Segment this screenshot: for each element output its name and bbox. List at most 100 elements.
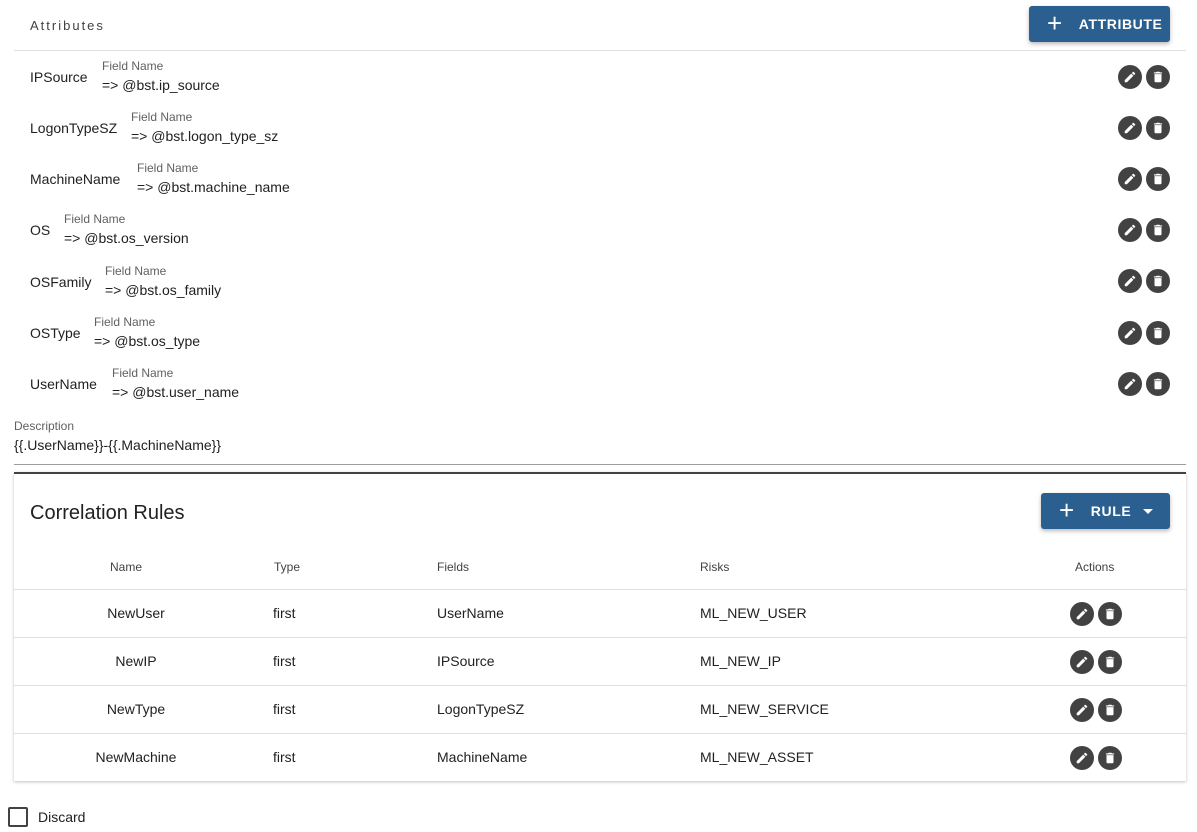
field-name-label: Field Name: [102, 59, 164, 73]
attribute-field: Field Name => @bst.logon_type_sz: [131, 110, 278, 144]
edit-attribute-button[interactable]: [1118, 269, 1142, 293]
pencil-icon: [1076, 704, 1088, 716]
rule-name: NewType: [106, 701, 166, 717]
trash-icon: [1153, 224, 1163, 236]
table-row: NewIP first IPSource ML_NEW_IP: [14, 638, 1186, 686]
delete-rule-button[interactable]: [1098, 746, 1122, 770]
pencil-icon: [1124, 173, 1136, 185]
chevron-down-icon: [1143, 508, 1154, 514]
plus-icon: +: [1059, 495, 1075, 525]
column-header-name: Name: [110, 560, 143, 574]
add-rule-button[interactable]: + RULE: [1041, 493, 1170, 529]
pencil-icon: [1076, 752, 1088, 764]
attribute-name: MachineName: [30, 171, 121, 187]
pencil-icon: [1076, 608, 1088, 620]
field-name-label: Field Name: [131, 110, 193, 124]
field-name-value: => @bst.logon_type_sz: [131, 128, 279, 144]
trash-icon: [1153, 122, 1163, 134]
pencil-icon: [1124, 275, 1136, 287]
discard-option: Discard: [8, 807, 85, 827]
table-row: NewType first LogonTypeSZ ML_NEW_SERVICE: [14, 686, 1186, 734]
edit-attribute-button[interactable]: [1118, 116, 1142, 140]
delete-attribute-button[interactable]: [1146, 218, 1170, 242]
pencil-icon: [1124, 327, 1136, 339]
rule-type: first: [273, 653, 296, 669]
trash-icon: [1153, 71, 1163, 83]
delete-rule-button[interactable]: [1098, 698, 1122, 722]
rule-type: first: [273, 749, 296, 765]
delete-rule-button[interactable]: [1098, 602, 1122, 626]
delete-attribute-button[interactable]: [1146, 167, 1170, 191]
delete-attribute-button[interactable]: [1146, 269, 1170, 293]
column-header-risks: Risks: [700, 560, 730, 574]
attribute-row: OSType Field Name => @bst.os_type: [30, 315, 1172, 355]
rule-risks: ML_NEW_IP: [700, 653, 781, 669]
edit-rule-button[interactable]: [1070, 602, 1094, 626]
attribute-name: UserName: [30, 376, 97, 392]
attribute-field: Field Name => @bst.user_name: [112, 366, 239, 400]
attributes-title: Attributes: [30, 18, 105, 33]
delete-attribute-button[interactable]: [1146, 321, 1170, 345]
field-name-label: Field Name: [94, 315, 156, 329]
trash-icon: [1105, 656, 1115, 668]
attribute-name: IPSource: [30, 69, 88, 85]
trash-icon: [1153, 327, 1163, 339]
attribute-row: UserName Field Name => @bst.user_name: [30, 366, 1172, 406]
edit-rule-button[interactable]: [1070, 698, 1094, 722]
rule-type: first: [273, 605, 296, 621]
field-name-label: Field Name: [105, 264, 167, 278]
delete-attribute-button[interactable]: [1146, 65, 1170, 89]
edit-rule-button[interactable]: [1070, 650, 1094, 674]
attribute-name: OSFamily: [30, 274, 92, 290]
field-name-value: => @bst.os_family: [105, 282, 222, 298]
attribute-field: Field Name => @bst.os_version: [64, 212, 189, 246]
rule-risks: ML_NEW_ASSET: [700, 749, 814, 765]
trash-icon: [1153, 275, 1163, 287]
delete-attribute-button[interactable]: [1146, 116, 1170, 140]
pencil-icon: [1076, 656, 1088, 668]
add-attribute-button[interactable]: + ATTRIBUTE: [1029, 6, 1170, 42]
description-field[interactable]: Description {{.UserName}}-{{.MachineName…: [14, 419, 221, 453]
attribute-row: OSFamily Field Name => @bst.os_family: [30, 264, 1172, 304]
rule-fields: IPSource: [437, 653, 495, 669]
attribute-name: OSType: [30, 325, 81, 341]
edit-attribute-button[interactable]: [1118, 372, 1142, 396]
trash-icon: [1105, 752, 1115, 764]
field-name-label: Field Name: [137, 161, 199, 175]
correlation-rules-card: Correlation Rules Name Type Fields Risks…: [14, 472, 1186, 781]
delete-attribute-button[interactable]: [1146, 372, 1170, 396]
rule-name: NewMachine: [95, 749, 177, 765]
discard-checkbox[interactable]: [8, 807, 28, 827]
pencil-icon: [1124, 71, 1136, 83]
attribute-name: OS: [30, 222, 51, 238]
add-rule-label: RULE: [1090, 503, 1132, 519]
attribute-field: Field Name => @bst.os_family: [105, 264, 221, 298]
edit-attribute-button[interactable]: [1118, 167, 1142, 191]
pencil-icon: [1124, 224, 1136, 236]
attribute-field: Field Name => @bst.machine_name: [137, 161, 290, 195]
field-name-value: => @bst.machine_name: [137, 179, 290, 195]
attributes-header: Attributes + ATTRIBUTE: [14, 0, 1186, 51]
attribute-field: Field Name => @bst.ip_source: [102, 59, 220, 93]
plus-icon: +: [1047, 8, 1063, 38]
field-name-label: Field Name: [112, 366, 174, 380]
rule-name: NewIP: [115, 653, 157, 669]
edit-attribute-button[interactable]: [1118, 65, 1142, 89]
attribute-row: MachineName Field Name => @bst.machine_n…: [30, 161, 1172, 201]
field-name-value: => @bst.ip_source: [102, 77, 220, 93]
field-name-value: => @bst.user_name: [112, 384, 240, 400]
edit-attribute-button[interactable]: [1118, 321, 1142, 345]
description-label: Description: [14, 419, 75, 433]
rule-fields: LogonTypeSZ: [437, 701, 525, 717]
correlation-rules-title: Correlation Rules: [30, 502, 185, 524]
edit-rule-button[interactable]: [1070, 746, 1094, 770]
trash-icon: [1153, 378, 1163, 390]
discard-label: Discard: [38, 809, 86, 825]
trash-icon: [1105, 704, 1115, 716]
attribute-row: LogonTypeSZ Field Name => @bst.logon_typ…: [30, 110, 1172, 150]
pencil-icon: [1124, 378, 1136, 390]
attribute-row: OS Field Name => @bst.os_version: [30, 212, 1172, 252]
delete-rule-button[interactable]: [1098, 650, 1122, 674]
edit-attribute-button[interactable]: [1118, 218, 1142, 242]
rule-fields: MachineName: [437, 749, 528, 765]
